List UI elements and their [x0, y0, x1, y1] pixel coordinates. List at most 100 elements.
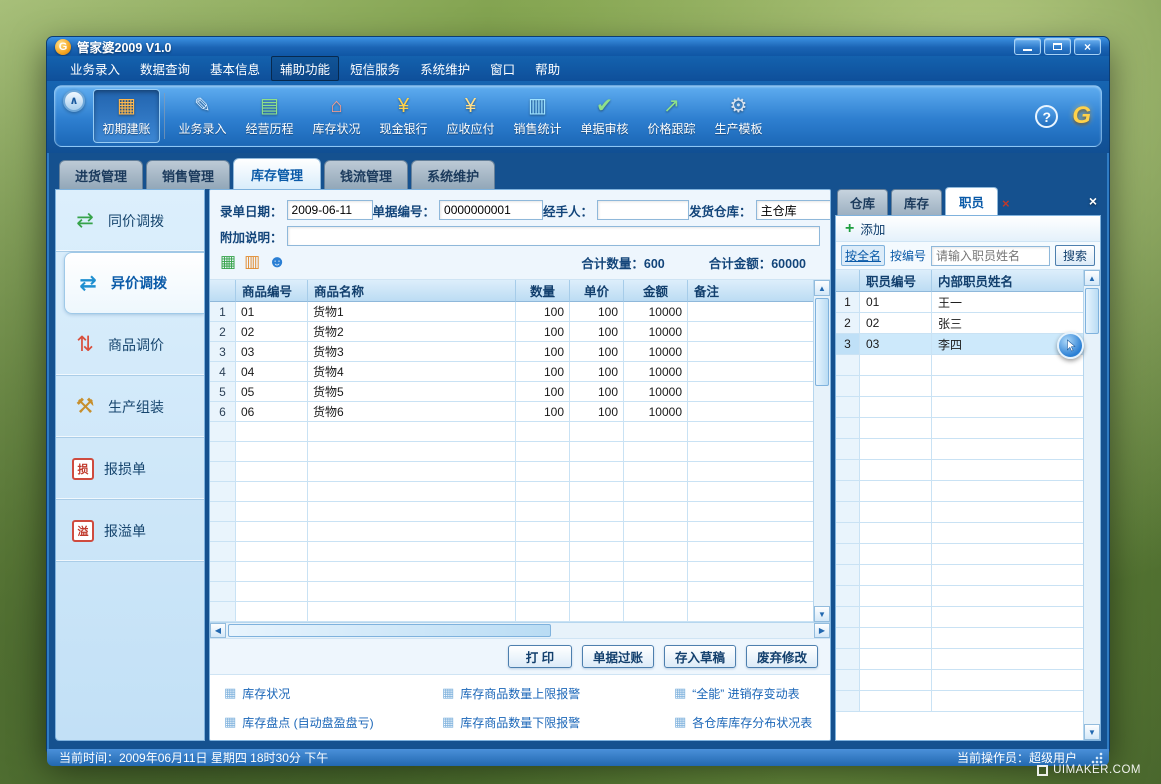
help-button[interactable]: ?: [1035, 105, 1058, 128]
scroll-right-icon[interactable]: ▶: [814, 623, 830, 638]
tool-sales-stats[interactable]: ▥ 销售统计: [504, 89, 571, 143]
items-horizontal-scrollbar[interactable]: ◀ ▶: [210, 622, 830, 638]
staff-row-empty[interactable]: [836, 586, 1083, 607]
item-row-empty[interactable]: [210, 562, 813, 582]
staff-row-empty[interactable]: [836, 649, 1083, 670]
menu-item-sms[interactable]: 短信服务: [341, 56, 409, 81]
select-person-icon[interactable]: ☻: [268, 253, 286, 271]
scrollbar-thumb[interactable]: [228, 624, 551, 637]
link-stocktaking[interactable]: ▦ 库存盘点 (自动盘盈盘亏): [224, 714, 442, 731]
staff-row-empty[interactable]: [836, 607, 1083, 628]
staff-row-empty[interactable]: [836, 544, 1083, 565]
tool-receivable-payable[interactable]: ¥ 应收应付: [437, 89, 504, 143]
menu-item-auxiliary[interactable]: 辅助功能: [271, 56, 339, 81]
resize-grip[interactable]: [1091, 752, 1103, 764]
tab-sales[interactable]: 销售管理: [146, 160, 230, 189]
warehouse-input[interactable]: [756, 200, 831, 220]
rp-tab-inventory[interactable]: 库存: [891, 189, 942, 215]
staff-row[interactable]: 1 01 王一: [836, 292, 1083, 313]
staff-row-empty[interactable]: [836, 397, 1083, 418]
tool-initial-setup[interactable]: ▦ 初期建账: [93, 89, 160, 143]
tool-operation-history[interactable]: ▤ 经营历程: [236, 89, 303, 143]
tool-voucher-audit[interactable]: ✔ 单据审核: [571, 89, 638, 143]
scroll-up-icon[interactable]: ▲: [1084, 270, 1100, 286]
item-row-empty[interactable]: [210, 422, 813, 442]
tab-close-icon[interactable]: ×: [1002, 196, 1010, 211]
collapse-toolbar-button[interactable]: ∧: [63, 90, 85, 112]
scroll-up-icon[interactable]: ▲: [814, 280, 830, 296]
item-row[interactable]: 4 04 货物4 100 100 10000: [210, 362, 813, 382]
staff-vertical-scrollbar[interactable]: ▲ ▼: [1083, 270, 1100, 740]
item-row-empty[interactable]: [210, 602, 813, 622]
item-row-empty[interactable]: [210, 482, 813, 502]
item-row[interactable]: 5 05 货物5 100 100 10000: [210, 382, 813, 402]
tab-purchase[interactable]: 进货管理: [59, 160, 143, 189]
scrollbar-thumb[interactable]: [1085, 288, 1099, 334]
panel-close-icon[interactable]: ×: [1089, 193, 1097, 209]
link-upper-limit-alert[interactable]: ▦ 库存商品数量上限报警: [442, 685, 674, 702]
staff-row-empty[interactable]: [836, 418, 1083, 439]
scroll-left-icon[interactable]: ◀: [210, 623, 226, 638]
tool-price-tracking[interactable]: ↗ 价格跟踪: [638, 89, 705, 143]
item-row-empty[interactable]: [210, 522, 813, 542]
link-warehouse-distribution[interactable]: ▦ 各仓库库存分布状况表: [674, 714, 830, 731]
item-row-empty[interactable]: [210, 542, 813, 562]
staff-row-empty[interactable]: [836, 439, 1083, 460]
item-row[interactable]: 6 06 货物6 100 100 10000: [210, 402, 813, 422]
title-bar[interactable]: G 管家婆2009 V1.0 ×: [47, 37, 1109, 56]
menu-item-basic-info[interactable]: 基本信息: [201, 56, 269, 81]
sidebar-item-loss-report[interactable]: 损 报损单: [56, 438, 204, 500]
item-row-empty[interactable]: [210, 582, 813, 602]
print-button[interactable]: 打 印: [508, 645, 572, 668]
discard-changes-button[interactable]: 废弃修改: [746, 645, 818, 668]
link-all-in-one-report[interactable]: ▦ “全能” 进销存变动表: [674, 685, 830, 702]
item-row-empty[interactable]: [210, 462, 813, 482]
tool-inventory-status[interactable]: ⌂ 库存状况: [303, 89, 370, 143]
link-lower-limit-alert[interactable]: ▦ 库存商品数量下限报警: [442, 714, 674, 731]
staff-row-empty[interactable]: [836, 460, 1083, 481]
tab-system[interactable]: 系统维护: [411, 160, 495, 189]
menu-item-system-maintenance[interactable]: 系统维护: [411, 56, 479, 81]
item-row[interactable]: 2 02 货物2 100 100 10000: [210, 322, 813, 342]
staff-row-empty[interactable]: [836, 481, 1083, 502]
item-row-empty[interactable]: [210, 502, 813, 522]
search-button[interactable]: 搜索: [1055, 245, 1095, 266]
staff-search-input[interactable]: [931, 246, 1050, 266]
sidebar-item-overflow-report[interactable]: 溢 报溢单: [56, 500, 204, 562]
menu-item-window[interactable]: 窗口: [481, 56, 524, 81]
date-input[interactable]: [287, 200, 373, 220]
post-voucher-button[interactable]: 单据过账: [582, 645, 654, 668]
add-staff-button[interactable]: + 添加: [836, 216, 1100, 242]
menu-item-help[interactable]: 帮助: [526, 56, 569, 81]
items-vertical-scrollbar[interactable]: ▲ ▼: [813, 280, 830, 622]
staff-row-empty[interactable]: [836, 565, 1083, 586]
staff-row-empty[interactable]: [836, 691, 1083, 712]
rp-tab-staff[interactable]: 职员: [945, 187, 998, 215]
insert-grid-icon[interactable]: ▦: [220, 253, 236, 271]
scroll-down-icon[interactable]: ▼: [814, 606, 830, 622]
staff-row-empty[interactable]: [836, 355, 1083, 376]
tab-inventory[interactable]: 库存管理: [233, 158, 321, 189]
note-input[interactable]: [287, 226, 820, 246]
scroll-down-icon[interactable]: ▼: [1084, 724, 1100, 740]
staff-row-empty[interactable]: [836, 628, 1083, 649]
sidebar-item-diff-price-transfer[interactable]: ⇄ 异价调拨: [64, 252, 204, 314]
item-row-empty[interactable]: [210, 442, 813, 462]
sidebar-item-same-price-transfer[interactable]: ⇄ 同价调拨: [56, 190, 204, 252]
menu-item-data-query[interactable]: 数据查询: [131, 56, 199, 81]
staff-row-empty[interactable]: [836, 502, 1083, 523]
tool-production-template[interactable]: ⚙ 生产模板: [705, 89, 772, 143]
staff-row-selected[interactable]: 3 03 李四: [836, 334, 1083, 355]
menu-item-business-entry[interactable]: 业务录入: [61, 56, 129, 81]
staff-row[interactable]: 2 02 张三: [836, 313, 1083, 334]
tool-business-entry[interactable]: ✎ 业务录入: [169, 89, 236, 143]
handler-input[interactable]: [597, 200, 689, 220]
minimize-button[interactable]: [1014, 38, 1041, 55]
link-inventory-status[interactable]: ▦ 库存状况: [224, 685, 442, 702]
maximize-button[interactable]: [1044, 38, 1071, 55]
close-button[interactable]: ×: [1074, 38, 1101, 55]
staff-row-empty[interactable]: [836, 376, 1083, 397]
filter-by-code-toggle[interactable]: 按编号: [890, 247, 926, 264]
item-row[interactable]: 1 01 货物1 100 100 10000: [210, 302, 813, 322]
filter-by-name-toggle[interactable]: 按全名: [841, 245, 885, 266]
